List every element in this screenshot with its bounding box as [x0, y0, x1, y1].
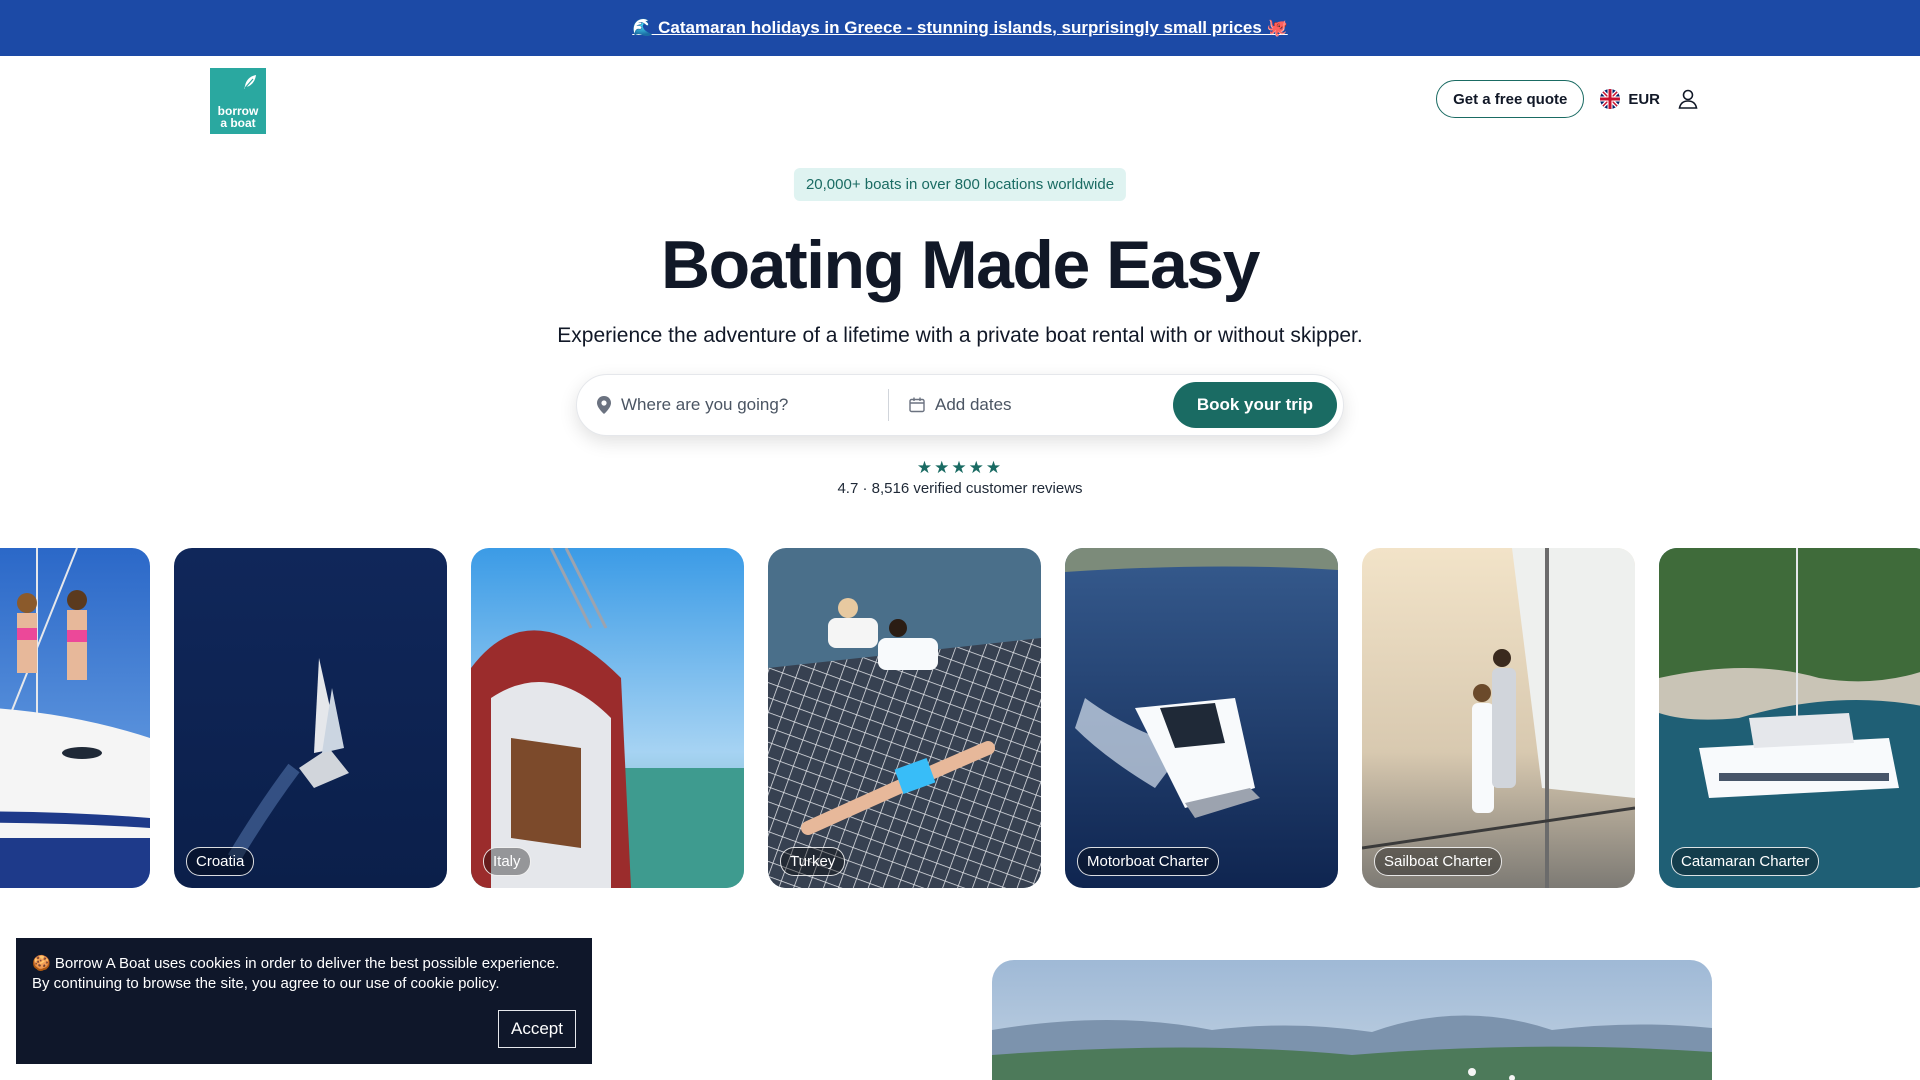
croatia-sailboat-image: [174, 548, 447, 888]
card-label: Turkey: [780, 847, 846, 876]
user-icon[interactable]: [1676, 87, 1700, 111]
logo[interactable]: borrow a boat: [210, 68, 266, 134]
book-trip-button[interactable]: Book your trip: [1172, 382, 1337, 428]
turkey-catamaran-image: [768, 548, 1041, 888]
card-label: Catamaran Charter: [1671, 847, 1820, 876]
rating-stars: ★★★★★: [916, 458, 1004, 477]
search-bar: Book your trip: [576, 374, 1344, 436]
cookie-text: 🍪 Borrow A Boat uses cookies in order to…: [32, 955, 560, 992]
reviews-text: 4.7 · 8,516 verified customer reviews: [837, 480, 1083, 497]
get-free-quote-button[interactable]: Get a free quote: [1436, 80, 1585, 118]
hero-subtitle: Experience the adventure of a lifetime w…: [557, 324, 1363, 347]
coastline-image: [992, 960, 1712, 1080]
charter-card-sailboat[interactable]: Sailboat Charter: [1362, 548, 1635, 888]
dates-input[interactable]: [935, 395, 1175, 415]
currency-selector[interactable]: EUR: [1600, 89, 1660, 109]
dates-field[interactable]: [889, 389, 1179, 421]
boats-count-badge: 20,000+ boats in over 800 locations worl…: [793, 168, 1127, 201]
destination-field[interactable]: [577, 389, 889, 421]
hero-title: Boating Made Easy: [661, 227, 1261, 303]
logo-text-line2: a boat: [220, 116, 256, 130]
header-actions: Get a free quote EUR: [1436, 80, 1700, 118]
accept-cookies-button[interactable]: Accept: [498, 1010, 576, 1048]
charter-card-motorboat[interactable]: Motorboat Charter: [1065, 548, 1338, 888]
destination-card-turkey[interactable]: Turkey: [768, 548, 1041, 888]
destination-card-italy[interactable]: Italy: [471, 548, 744, 888]
promo-banner: 🌊 Catamaran holidays in Greece - stunnin…: [0, 0, 1920, 56]
coastline-video[interactable]: [992, 960, 1712, 1080]
promo-link[interactable]: 🌊 Catamaran holidays in Greece - stunnin…: [632, 18, 1287, 38]
cookie-banner: 🍪 Borrow A Boat uses cookies in order to…: [16, 938, 592, 1064]
card-label: Sailboat Charter: [1374, 847, 1503, 876]
destination-input[interactable]: [621, 395, 861, 415]
location-pin-icon: [597, 396, 611, 414]
calendar-icon: [909, 397, 925, 413]
currency-label: EUR: [1628, 90, 1660, 108]
motorboat-image: [1065, 548, 1338, 888]
catamaran-image: [1659, 548, 1920, 888]
page: 🌊 Catamaran holidays in Greece - stunnin…: [0, 0, 1920, 1080]
feather-icon: [244, 75, 256, 89]
italy-sailboat-image: [471, 548, 744, 888]
destination-card-croatia[interactable]: Croatia: [174, 548, 447, 888]
card-label: Croatia: [186, 847, 255, 876]
destination-card[interactable]: [0, 548, 150, 888]
charter-card-catamaran[interactable]: Catamaran Charter: [1659, 548, 1920, 888]
uk-flag-icon: [1600, 89, 1621, 109]
card-label: Italy: [483, 847, 531, 876]
sailboat-party-image: [0, 548, 150, 888]
card-label: Motorboat Charter: [1077, 847, 1219, 876]
sailboat-couple-image: [1362, 548, 1635, 888]
